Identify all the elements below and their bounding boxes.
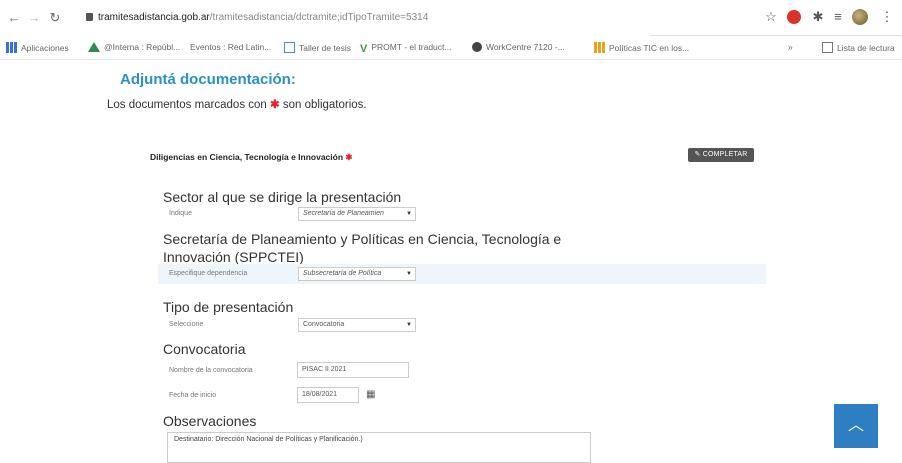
secretaria-heading: Secretaría de Planeamiento y Políticas e… [163,231,562,265]
section-title-text: Diligencias en Ciencia, Tecnología e Inn… [150,152,344,162]
tipo-select-value: Convocatoria [303,321,345,328]
sector-label: Indique [169,210,192,217]
convocatoria-name-label: Nombre de la convocatoria [169,367,253,374]
bookmark-label: @Interna : Repúbl... [104,42,181,52]
chevron-up-icon: ︿ [847,417,864,434]
section-title: Diligencias en Ciencia, Tecnología e Inn… [150,152,353,163]
bookmark-star-icon[interactable]: ☆ [762,8,780,26]
observaciones-heading: Observaciones [163,413,257,429]
browser-toolbar: ← → ↻ tramitesadistancia.gob.ar/tramites… [0,0,902,36]
bookmark-taller[interactable]: Taller de tesis [284,42,351,53]
required-asterisk-icon: ✱ [345,152,353,162]
profile-avatar-icon[interactable] [852,9,868,25]
drive-icon [88,42,100,52]
dropdown-arrow-icon: ▼ [406,211,412,217]
square-icon [284,42,295,53]
forward-arrow-icon[interactable]: → [26,10,42,26]
url-host: tramitesadistancia.gob.ar [98,12,210,23]
page-title: Adjuntá documentación: [120,71,296,88]
bookmark-label: Políticas TIC en los... [609,43,690,53]
lock-icon [86,13,93,21]
bookmark-apps[interactable]: Aplicaciones [6,42,69,53]
bookmark-label: WorkCentre 7120 -... [486,42,565,52]
url-path: /tramitesadistancia/dctramite;idTipoTram… [209,12,429,23]
tipo-select[interactable]: Convocatoria ▼ [298,318,416,332]
convocatoria-heading: Convocatoria [163,341,246,357]
bookmarks-bar: Aplicaciones @Interna : Repúbl... Evento… [0,38,902,60]
observaciones-textarea[interactable]: Destinatario: Dirección Nacional de Polí… [167,432,591,463]
required-asterisk-icon: ✱ [270,99,280,111]
fecha-inicio-input[interactable]: 18/08/2021 [297,387,359,403]
complete-button-label: COMPLETAR [702,151,748,158]
notice-text: Los documentos marcados con [107,99,267,111]
fecha-inicio-label: Fecha de inicio [169,392,217,399]
scroll-top-button[interactable]: ︿ [834,404,878,448]
reload-icon[interactable]: ↻ [47,10,63,26]
reading-list-label: Lista de lectura [837,43,895,53]
sector-select-value: Secretaría de Planeamien [303,210,384,217]
address-bar[interactable]: tramitesadistancia.gob.ar/tramitesadista… [86,12,428,23]
bookmark-label: Aplicaciones [21,43,69,53]
apps-grid-icon [6,42,17,53]
bookmark-interna[interactable]: @Interna : Repúbl... [88,42,180,52]
chart-icon [594,42,605,53]
tipo-heading: Tipo de presentación [163,299,294,315]
reading-list-icon [822,42,833,53]
bookmark-eventos[interactable]: Eventos : Red Latin... [190,42,271,52]
highlight-row [158,264,766,284]
dropdown-arrow-icon: ▼ [406,322,412,328]
bookmark-label: Taller de tesis [299,43,351,53]
notice-text: son obligatorios. [282,99,367,111]
v-icon: V [360,43,368,55]
dependencia-select-value: Subsecretaría de Política [303,270,382,277]
bookmark-workcentre[interactable]: WorkCentre 7120 -... [472,42,565,52]
complete-button[interactable]: ✎ COMPLETAR [688,148,754,162]
bookmark-promt[interactable]: V PROMT - el traduct... [360,42,452,55]
tipo-label: Seleccione [169,321,204,328]
bookmarks-more-icon[interactable]: » [788,42,793,52]
pencil-icon: ✎ [694,151,701,158]
extension-pin-icon[interactable]: ✱ [809,8,827,26]
bookmark-label: PROMT - el traduct... [371,42,452,52]
dependencia-select[interactable]: Subsecretaría de Política ▼ [298,267,416,281]
dependencia-label: Especifique dependencia [169,270,248,277]
dropdown-arrow-icon: ▼ [406,271,412,277]
reading-mode-icon[interactable]: ≡ [829,8,847,26]
adblock-icon[interactable] [787,10,801,24]
back-arrow-icon[interactable]: ← [6,10,22,26]
required-notice: Los documentos marcados con ✱ son obliga… [107,97,367,111]
globe-icon [472,42,482,52]
bookmark-label: Eventos : Red Latin... [190,42,272,52]
calendar-icon[interactable]: ▦ [366,389,375,400]
bookmark-politicas[interactable]: Políticas TIC en los... [594,42,689,53]
sector-select[interactable]: Secretaría de Planeamien ▼ [298,207,416,221]
toolbar-divider [650,35,902,36]
menu-kebab-icon[interactable]: ⋮ [878,8,896,26]
sector-heading: Sector al que se dirige la presentación [163,189,402,205]
reading-list[interactable]: Lista de lectura [822,42,895,53]
convocatoria-name-input[interactable]: PISAC II 2021 [297,362,409,378]
